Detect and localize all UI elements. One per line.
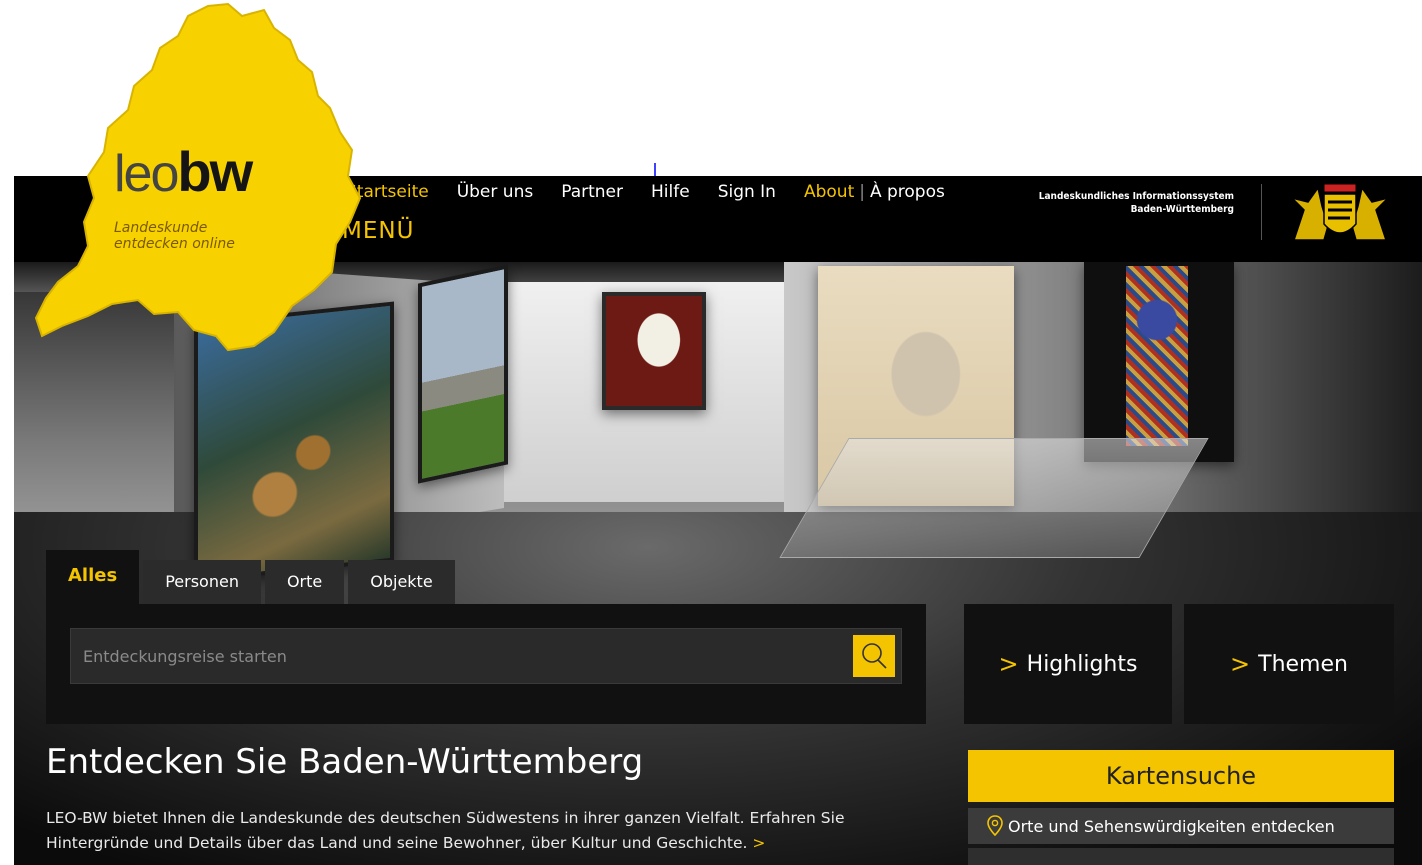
themen-tile[interactable]: > Themen bbox=[1184, 604, 1394, 724]
search-tabs: Alles Personen Orte Objekte bbox=[46, 550, 459, 604]
search-box bbox=[70, 628, 902, 684]
language-separator: | bbox=[859, 182, 865, 202]
logo-leo: leo bbox=[114, 145, 179, 203]
tab-orte[interactable]: Orte bbox=[264, 560, 345, 604]
nav-item-sign-in[interactable]: Sign In bbox=[704, 180, 790, 204]
nav-item-ueber-uns[interactable]: Über uns bbox=[443, 180, 548, 204]
chevron-right-icon: > bbox=[1230, 650, 1251, 678]
main-navigation: Startseite Über uns Partner Hilfe Sign I… bbox=[332, 180, 959, 204]
logo-subtitle: Landeskunde entdecken online bbox=[114, 220, 235, 252]
read-more-link[interactable]: > bbox=[752, 834, 765, 852]
artwork-book bbox=[602, 292, 706, 410]
search-panel bbox=[46, 604, 926, 724]
map-search-link-label: Orte und Sehenswürdigkeiten entdecken bbox=[1008, 816, 1335, 836]
logo-subtitle-line1: Landeskunde bbox=[114, 220, 208, 236]
themen-label: Themen bbox=[1258, 651, 1348, 677]
intro-text: LEO-BW bietet Ihnen die Landeskunde des … bbox=[46, 806, 946, 856]
logo-bw: bw bbox=[177, 140, 253, 203]
header-info-line1: Landeskundliches Informationssystem bbox=[1038, 191, 1234, 202]
nav-item-apropos[interactable]: À propos bbox=[870, 180, 945, 204]
chevron-right-icon: > bbox=[998, 650, 1019, 678]
page-title: Entdecken Sie Baden-Württemberg bbox=[46, 742, 644, 782]
map-search-heading[interactable]: Kartensuche bbox=[968, 750, 1394, 802]
nav-item-partner[interactable]: Partner bbox=[547, 180, 637, 204]
intro-paragraph: LEO-BW bietet Ihnen die Landeskunde des … bbox=[46, 809, 845, 852]
header-info-text: Landeskundliches Informationssystem Bade… bbox=[1039, 190, 1234, 216]
tab-objekte[interactable]: Objekte bbox=[348, 560, 455, 604]
search-button[interactable] bbox=[853, 635, 895, 677]
nav-item-about[interactable]: About bbox=[804, 180, 854, 204]
header-info-line2: Baden-Württemberg bbox=[1130, 204, 1234, 215]
artwork-church bbox=[418, 264, 508, 484]
logo-subtitle-line2: entdecken online bbox=[114, 236, 235, 252]
coat-of-arms-icon[interactable] bbox=[1284, 180, 1396, 246]
search-input[interactable] bbox=[71, 629, 851, 683]
tab-alles[interactable]: Alles bbox=[46, 550, 140, 604]
nav-item-hilfe[interactable]: Hilfe bbox=[637, 180, 704, 204]
glass-vitrine bbox=[779, 438, 1209, 558]
highlights-tile[interactable]: > Highlights bbox=[964, 604, 1172, 724]
highlights-label: Highlights bbox=[1026, 651, 1138, 677]
logo-wordmark[interactable]: leobw bbox=[114, 144, 253, 203]
language-switch: About | À propos bbox=[790, 180, 959, 204]
map-preview bbox=[968, 848, 1394, 865]
artwork-manuscript bbox=[1084, 262, 1234, 462]
tab-personen[interactable]: Personen bbox=[143, 560, 261, 604]
map-pin-icon bbox=[987, 815, 1003, 837]
header-divider bbox=[1261, 184, 1262, 240]
map-search-link[interactable]: Orte und Sehenswürdigkeiten entdecken bbox=[968, 808, 1394, 844]
search-icon bbox=[862, 643, 887, 669]
